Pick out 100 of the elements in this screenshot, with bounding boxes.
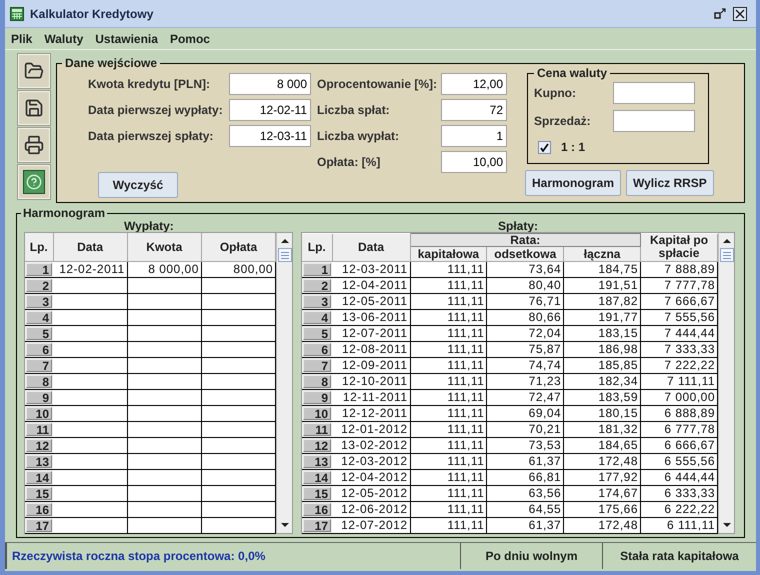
help-icon (23, 170, 45, 194)
field-label: Kupno: (534, 85, 577, 102)
input-field[interactable]: 12-03-11 (229, 125, 311, 147)
table-cell: 191,77 (564, 310, 641, 326)
input-field[interactable] (613, 110, 695, 132)
table-cell: 111,11 (410, 470, 487, 486)
table-cell: 6 555,56 (640, 454, 718, 470)
checkbox[interactable] (538, 140, 551, 154)
column-header[interactable]: łączna (564, 246, 641, 262)
table-cell: 111,11 (410, 438, 487, 454)
table-cell: 12-04-2011 (332, 278, 410, 294)
table-cell: 111,11 (410, 502, 487, 518)
scroll-thumb[interactable] (720, 248, 734, 262)
table-cell: 184,75 (564, 262, 641, 278)
column-header[interactable]: Kapitał po spłacie (640, 234, 718, 262)
action-button[interactable]: Harmonogram (525, 170, 622, 196)
input-field[interactable]: 72 (441, 99, 507, 121)
input-field[interactable]: 12,00 (441, 73, 507, 95)
table-cell: 8 000,00 (127, 261, 202, 277)
scroll-down-icon[interactable] (280, 521, 290, 529)
row-number: 1 (26, 262, 52, 276)
input-field[interactable]: 10,00 (441, 151, 507, 173)
column-header[interactable]: Opłata (201, 233, 276, 261)
help-button[interactable] (18, 165, 50, 199)
table-cell: 800,00 (201, 261, 276, 277)
column-header[interactable]: Data (53, 233, 128, 261)
row-number: 2 (303, 279, 331, 292)
row-number: 8 (26, 374, 52, 388)
scrollbar[interactable] (276, 233, 292, 533)
print-button[interactable] (18, 128, 50, 162)
table-cell: 6 222,22 (640, 502, 718, 518)
input-field[interactable] (613, 82, 695, 104)
column-header[interactable]: Data (332, 234, 410, 262)
input-field[interactable]: 1 (441, 125, 507, 147)
input-field[interactable]: 8 000 (229, 73, 311, 95)
table-cell: 7 111,11 (640, 374, 718, 390)
table-cell: 12-09-2011 (332, 358, 410, 374)
column-header[interactable]: Lp. (302, 234, 332, 262)
menu-item[interactable]: Plik (10, 30, 34, 48)
table-cell: 13-02-2012 (332, 438, 410, 454)
table-cell: 6 333,33 (640, 486, 718, 502)
table-cell: 61,37 (486, 454, 564, 470)
table-cell: 183,15 (564, 326, 641, 342)
window-title: Kalkulator Kredytowy (30, 6, 154, 22)
table-cell: 7 000,00 (640, 390, 718, 406)
row-number: 14 (303, 471, 331, 484)
table-cell: 181,32 (564, 422, 641, 438)
column-group-header[interactable]: Rata: (410, 234, 641, 246)
table-cell: 177,92 (564, 470, 641, 486)
scroll-thumb[interactable] (278, 248, 292, 262)
row-number: 17 (303, 519, 331, 532)
table-cell: 185,85 (564, 358, 641, 374)
field-label: Liczba wypłat: (317, 128, 400, 145)
table-cell: 73,64 (486, 262, 564, 278)
restore-icon[interactable] (714, 7, 727, 20)
clear-button[interactable]: Wyczyść (98, 172, 178, 198)
row-number: 14 (26, 470, 52, 484)
menu-item[interactable]: Pomoc (168, 30, 211, 48)
column-header[interactable]: Lp. (25, 233, 53, 261)
table-cell: 111,11 (410, 262, 487, 278)
field-label: Oprocentowanie [%]: (317, 76, 438, 93)
row-number: 12 (26, 438, 52, 452)
table-cell: 69,04 (486, 406, 564, 422)
table-cell: 111,11 (410, 486, 487, 502)
menu-item[interactable]: Ustawienia (94, 30, 159, 48)
table-cell: 74,74 (486, 358, 564, 374)
table-cell: 13-06-2011 (332, 310, 410, 326)
table-cell: 7 222,22 (640, 358, 718, 374)
row-number: 3 (303, 295, 331, 308)
status-text: Stała rata kapitałowa (602, 543, 756, 569)
table-cell: 73,53 (486, 438, 564, 454)
table-cell: 6 888,89 (640, 406, 718, 422)
table-cell: 111,11 (410, 310, 487, 326)
table-cell: 76,71 (486, 294, 564, 310)
table-cell: 72,47 (486, 390, 564, 406)
calculator-icon (10, 6, 24, 20)
scroll-down-icon[interactable] (722, 521, 732, 529)
table-cell: 66,81 (486, 470, 564, 486)
table-cell: 12-03-2012 (332, 454, 410, 470)
column-header[interactable]: kapitałowa (410, 246, 487, 262)
input-field[interactable]: 12-02-11 (229, 99, 311, 121)
table-cell: 111,11 (410, 326, 487, 342)
save-button[interactable] (18, 91, 50, 125)
field-label: Sprzedaż: (534, 113, 592, 130)
scroll-up-icon[interactable] (722, 237, 732, 245)
table-cell: 6 777,78 (640, 422, 718, 438)
scrollbar[interactable] (718, 233, 734, 533)
action-button[interactable]: Wylicz RRSP (626, 170, 714, 196)
table-cell: 64,55 (486, 502, 564, 518)
column-header[interactable]: odsetkowa (486, 246, 564, 262)
scroll-up-icon[interactable] (280, 237, 290, 245)
close-icon[interactable] (733, 6, 747, 20)
row-number: 9 (26, 390, 52, 404)
checkbox-label: 1 : 1 (561, 139, 586, 156)
table-cell: 180,15 (564, 406, 641, 422)
open-folder-button[interactable] (18, 54, 50, 88)
row-number: 3 (26, 294, 52, 308)
column-header[interactable]: Kwota (127, 233, 202, 261)
field-label: Opłata: [%] (317, 154, 382, 171)
menu-item[interactable]: Waluty (43, 30, 84, 48)
